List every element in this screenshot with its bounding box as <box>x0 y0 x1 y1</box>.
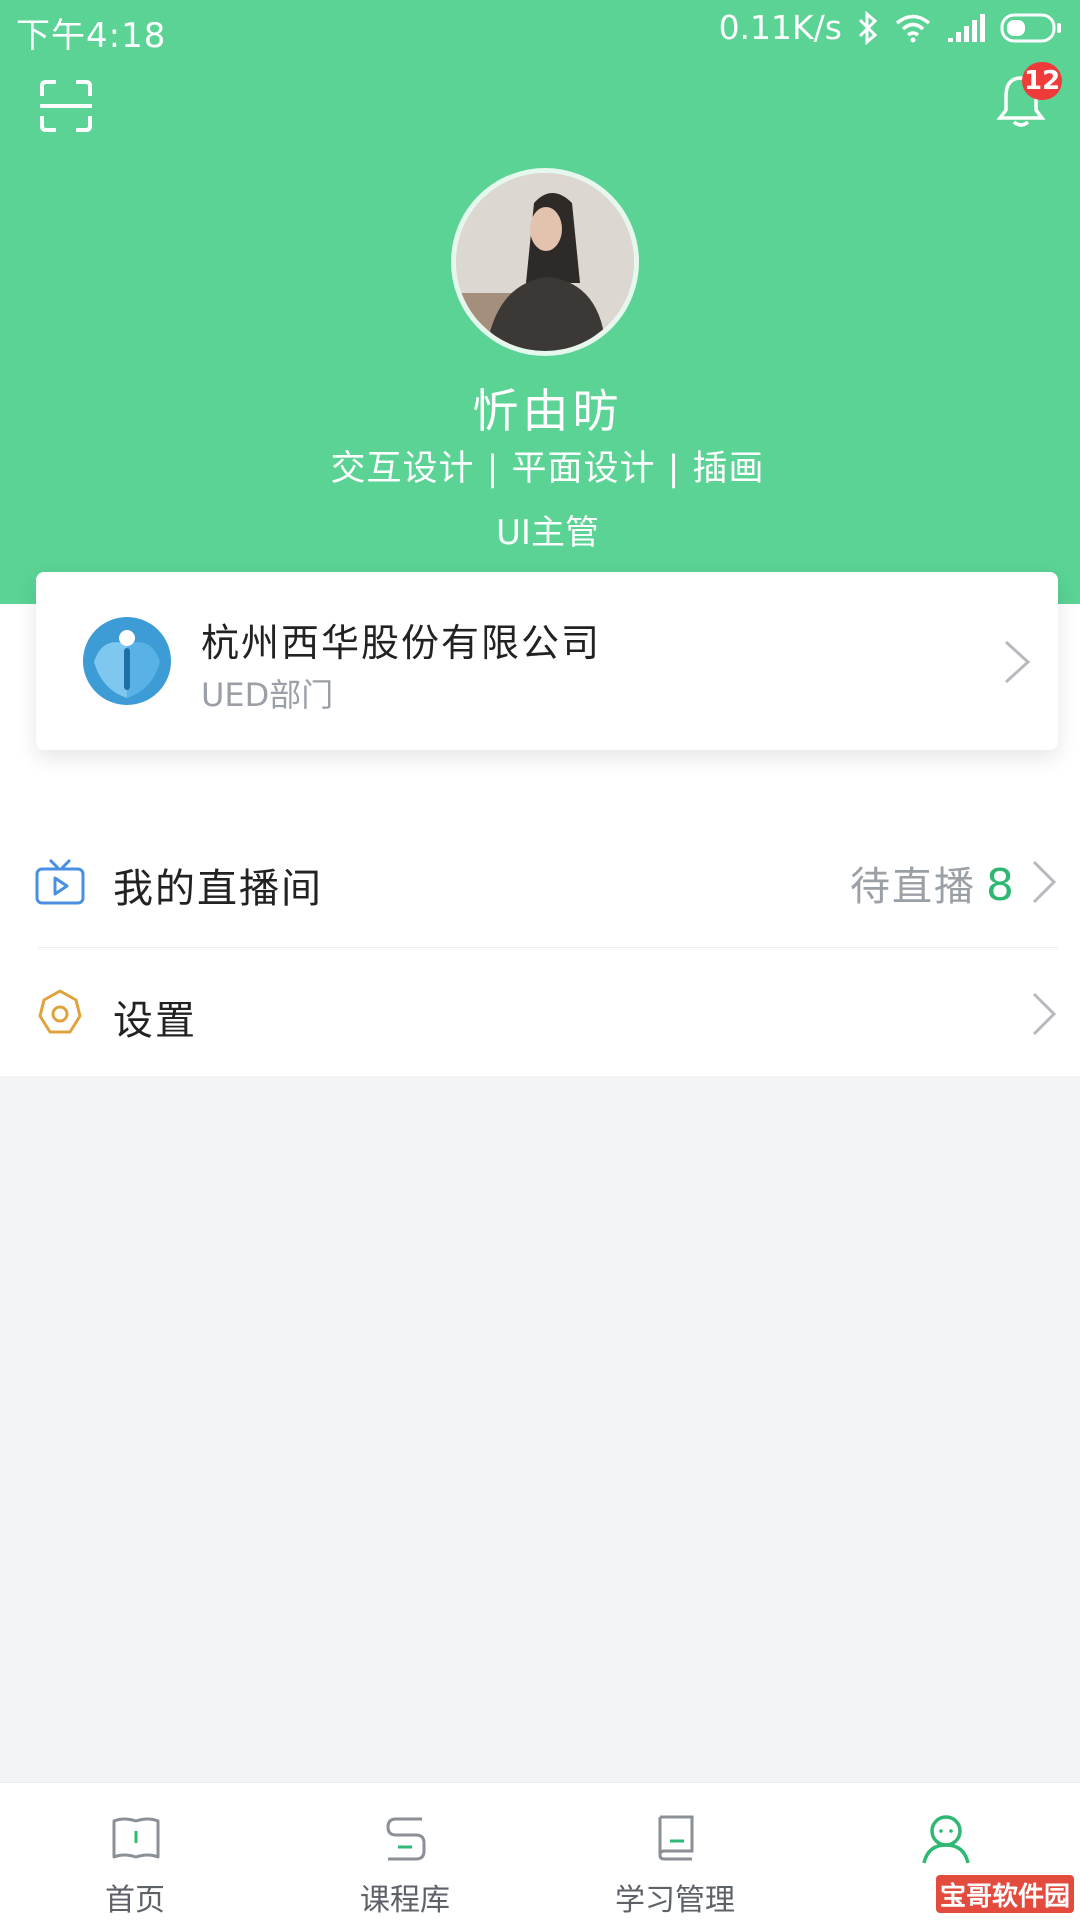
user-tags: 交互设计 | 平面设计 | 插画 <box>330 449 765 489</box>
gear-icon <box>38 989 82 1034</box>
chevron-right-icon <box>1032 992 1057 1036</box>
nav-label-study-manage: 学习管理 <box>615 1883 735 1918</box>
scan-icon[interactable] <box>36 76 96 136</box>
study-manage-icon <box>658 1815 694 1861</box>
chevron-right-icon <box>1032 860 1057 904</box>
company-card[interactable]: 杭州西华股份有限公司 UED部门 <box>36 572 1058 750</box>
nav-label-home: 首页 <box>105 1883 165 1918</box>
tv-play-icon <box>35 858 85 905</box>
menu-item-live-room[interactable]: 我的直播间 待直播 8 <box>0 816 1080 949</box>
profile-header: 下午4:18 0.11K/s 12 忻由昉 交互设计 | 平面设计 | 插画 U… <box>0 0 1080 604</box>
person-icon <box>922 1815 970 1864</box>
company-department: UED部门 <box>201 676 334 714</box>
status-icons: 0.11K/s <box>719 8 1062 47</box>
signal-icon <box>948 13 985 42</box>
menu-label-settings: 设置 <box>113 998 197 1044</box>
battery-icon <box>1000 13 1061 42</box>
book-icon <box>112 1817 160 1859</box>
menu-label-live-room: 我的直播间 <box>113 866 323 912</box>
bottom-nav: 首页 课程库 学习管理 <box>0 1782 1080 1921</box>
company-logo <box>83 617 171 705</box>
nav-home[interactable]: 首页 <box>0 1783 270 1921</box>
live-status: 待直播 8 <box>850 854 1016 912</box>
course-library-icon <box>386 1817 426 1861</box>
network-speed: 0.11K/s <box>718 8 842 47</box>
user-role: UI主管 <box>496 513 599 553</box>
menu-item-settings[interactable]: 设置 <box>0 948 1080 1080</box>
user-name: 忻由昉 <box>472 384 623 438</box>
watermark: 宝哥软件园 <box>936 1875 1074 1913</box>
status-time: 下午4:18 <box>16 16 167 56</box>
notification-button[interactable]: 12 <box>992 62 1063 128</box>
live-status-text: 待直播 <box>850 864 976 910</box>
avatar-photo <box>456 173 634 351</box>
nav-study-manage[interactable]: 学习管理 <box>540 1783 810 1921</box>
company-name: 杭州西华股份有限公司 <box>201 621 602 665</box>
status-bar: 下午4:18 0.11K/s <box>0 0 1080 60</box>
live-pending-count: 8 <box>986 860 1016 911</box>
empty-content-area <box>0 1076 1080 1782</box>
nav-course-library[interactable]: 课程库 <box>270 1783 540 1921</box>
nav-label-course-library: 课程库 <box>360 1883 450 1918</box>
notification-badge: 12 <box>1022 62 1063 100</box>
wifi-icon <box>895 14 931 42</box>
chevron-right-icon <box>1004 640 1031 684</box>
avatar[interactable] <box>451 168 639 356</box>
bluetooth-icon <box>858 10 878 45</box>
